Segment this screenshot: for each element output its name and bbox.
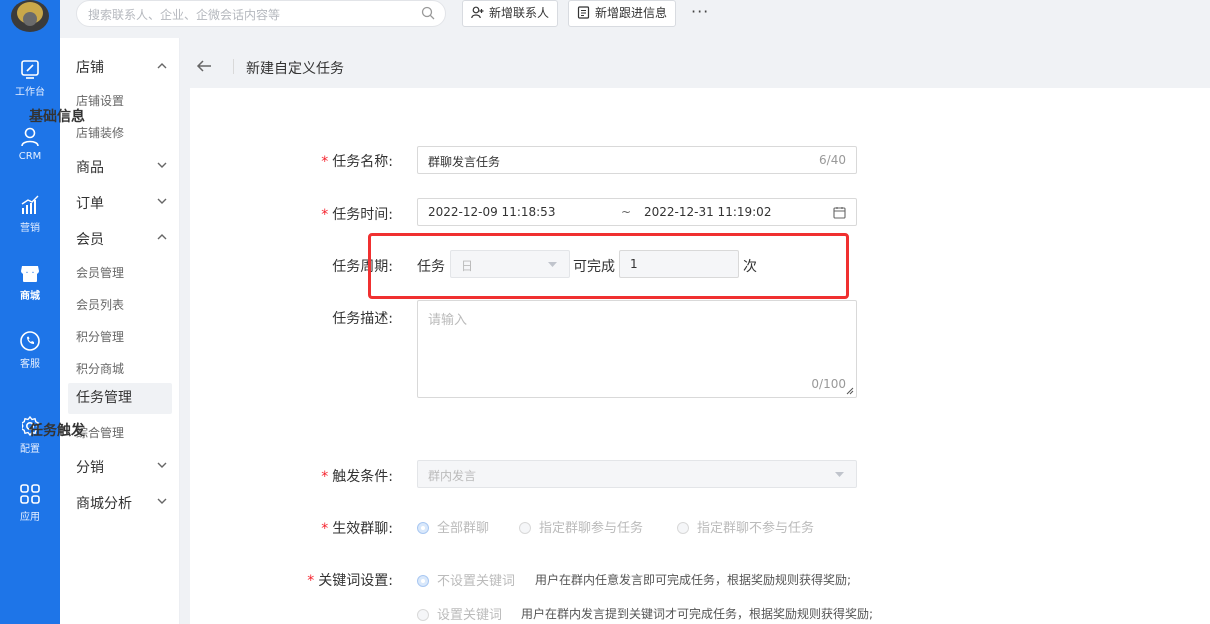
radio-dot xyxy=(519,522,531,534)
sidebar-item-store-decoration[interactable]: 店铺装修 xyxy=(76,124,124,141)
nav-item-mall[interactable]: 商城 xyxy=(0,262,60,322)
add-followup-button[interactable]: 新增跟进信息 xyxy=(568,0,677,27)
calendar-icon xyxy=(833,207,846,219)
global-search-input[interactable]: 搜索联系人、企业、企微会话内容等 xyxy=(76,0,446,27)
task-time-end[interactable]: 2022-12-31 11:19:02 xyxy=(644,205,771,219)
no-keyword-hint: 用户在群内任意发言即可完成任务，根据奖励规则获得奖励; xyxy=(535,573,852,587)
nav-label: 客服 xyxy=(20,359,40,370)
chevron-up-icon[interactable] xyxy=(156,231,168,243)
sidebar-item-points-manage[interactable]: 积分管理 xyxy=(76,328,124,345)
task-desc-textarea[interactable]: 请输入 0/100 xyxy=(417,300,857,398)
back-arrow-icon[interactable] xyxy=(195,57,213,75)
task-time-start[interactable]: 2022-12-09 11:18:53 xyxy=(428,205,555,219)
trigger-condition-label: * 触发条件: xyxy=(321,469,393,485)
task-name-input[interactable]: 群聊发言任务 6/40 xyxy=(417,146,857,174)
chevron-down-icon[interactable] xyxy=(156,195,168,207)
sidebar-item-points-mall[interactable]: 积分商城 xyxy=(76,360,124,377)
section-trigger: 任务触发 xyxy=(19,420,85,440)
chevron-down-icon[interactable] xyxy=(156,159,168,171)
section-basic-info: 基础信息 xyxy=(19,106,85,126)
more-menu-button[interactable]: ··· xyxy=(691,2,709,21)
task-desc-placeholder: 请输入 xyxy=(428,313,468,328)
nav-label: 应用 xyxy=(20,512,40,523)
document-icon xyxy=(577,6,590,19)
search-placeholder: 搜索联系人、企业、企微会话内容等 xyxy=(88,8,281,22)
task-desc-label: 任务描述: xyxy=(332,311,393,327)
radio-specified-groups[interactable]: 指定群聊参与任务 xyxy=(519,517,643,536)
task-desc-counter: 0/100 xyxy=(811,377,846,391)
add-user-icon xyxy=(471,6,484,19)
sidebar-group-goods[interactable]: 商品 xyxy=(76,157,104,177)
sidebar-item-member-list[interactable]: 会员列表 xyxy=(76,296,124,313)
nav-label: 配置 xyxy=(20,444,40,455)
add-contact-button[interactable]: 新增联系人 xyxy=(462,0,559,27)
radio-dot-checked xyxy=(417,575,429,587)
nav-label: 工作台 xyxy=(15,87,45,98)
radio-all-groups[interactable]: 全部群聊 xyxy=(417,517,489,536)
apps-grid-icon xyxy=(20,484,40,504)
trigger-condition-select[interactable]: 群内发言 xyxy=(417,460,857,488)
page-title: 新建自定义任务 xyxy=(246,61,344,77)
app-root: 工作台 CRM 营销 商城 客服 配置 应用 搜索联系人、企业、企微会话内容等 … xyxy=(0,0,1210,624)
sidebar-item-task-manage[interactable]: 任务管理 xyxy=(68,383,172,414)
nav-item-service[interactable]: 客服 xyxy=(0,330,60,390)
workbench-icon xyxy=(21,60,39,79)
search-icon xyxy=(421,6,435,20)
header-divider xyxy=(233,59,234,74)
caret-down-icon xyxy=(835,472,844,477)
task-name-counter: 6/40 xyxy=(819,153,846,167)
radio-excluded-groups[interactable]: 指定群聊不参与任务 xyxy=(677,517,814,536)
nav-label: CRM xyxy=(18,151,42,162)
keyword-label: * 关键词设置: xyxy=(307,573,393,589)
nav-label: 营销 xyxy=(20,223,40,234)
add-followup-label: 新增跟进信息 xyxy=(595,6,668,20)
nav-item-marketing[interactable]: 营销 xyxy=(0,194,60,254)
trigger-condition-value: 群内发言 xyxy=(428,469,477,483)
highlight-box xyxy=(368,233,849,299)
radio-no-keyword[interactable]: 不设置关键词 xyxy=(417,570,515,589)
chevron-up-icon[interactable] xyxy=(156,60,168,72)
nav-item-crm[interactable]: CRM xyxy=(0,126,60,186)
add-contact-label: 新增联系人 xyxy=(489,6,550,20)
effective-group-label: * 生效群聊: xyxy=(321,521,393,537)
sidebar-group-store[interactable]: 店铺 xyxy=(76,57,104,77)
nav-label: 商城 xyxy=(20,291,40,302)
avatar[interactable] xyxy=(11,0,49,32)
chevron-down-icon[interactable] xyxy=(156,459,168,471)
task-time-label: * 任务时间: xyxy=(321,207,393,223)
task-name-label: * 任务名称: xyxy=(321,154,393,170)
sidebar-group-distribution[interactable]: 分销 xyxy=(76,457,104,477)
set-keyword-hint: 用户在群内发言提到关键词才可完成任务，根据奖励规则获得奖励; xyxy=(521,607,874,621)
radio-set-keyword[interactable]: 设置关键词 xyxy=(417,604,502,623)
phone-chat-icon xyxy=(20,331,40,351)
radio-dot xyxy=(677,522,689,534)
bar-chart-icon xyxy=(21,195,39,214)
nav-item-apps[interactable]: 应用 xyxy=(0,483,60,543)
top-bar: 搜索联系人、企业、企微会话内容等 新增联系人 新增跟进信息 ··· xyxy=(60,0,1210,38)
radio-dot-checked xyxy=(417,522,429,534)
radio-dot xyxy=(417,609,429,621)
left-nav: 工作台 CRM 营销 商城 客服 配置 应用 xyxy=(0,0,60,624)
sidebar-group-orders[interactable]: 订单 xyxy=(76,193,104,213)
task-time-separator: ~ xyxy=(621,205,632,219)
sidebar-group-mall-analytics[interactable]: 商城分析 xyxy=(76,493,132,513)
store-icon xyxy=(21,266,39,282)
task-time-range-picker[interactable]: 2022-12-09 11:18:53 ~ 2022-12-31 11:19:0… xyxy=(417,198,857,226)
task-name-value: 群聊发言任务 xyxy=(428,155,501,169)
sidebar-group-members[interactable]: 会员 xyxy=(76,229,104,249)
user-icon xyxy=(21,127,39,147)
chevron-down-icon[interactable] xyxy=(156,495,168,507)
page-header: 新建自定义任务 xyxy=(190,48,1210,86)
resize-handle-icon[interactable] xyxy=(846,387,854,395)
sidebar-item-member-manage[interactable]: 会员管理 xyxy=(76,264,124,281)
